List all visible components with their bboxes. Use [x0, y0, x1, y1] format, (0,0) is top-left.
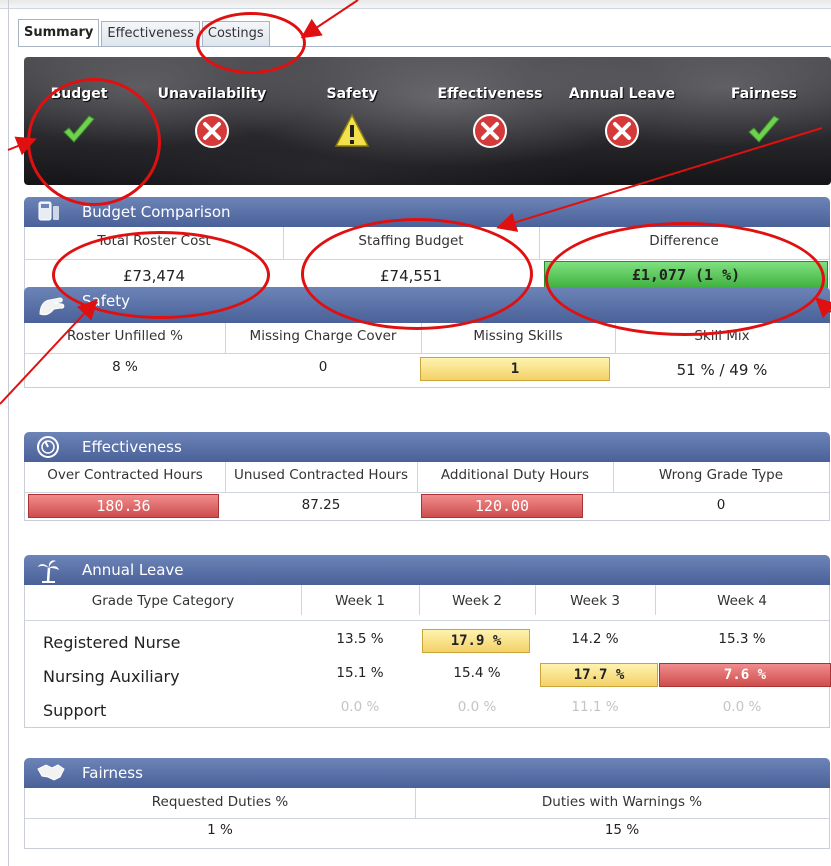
- annotation-arrows: [0, 0, 831, 405]
